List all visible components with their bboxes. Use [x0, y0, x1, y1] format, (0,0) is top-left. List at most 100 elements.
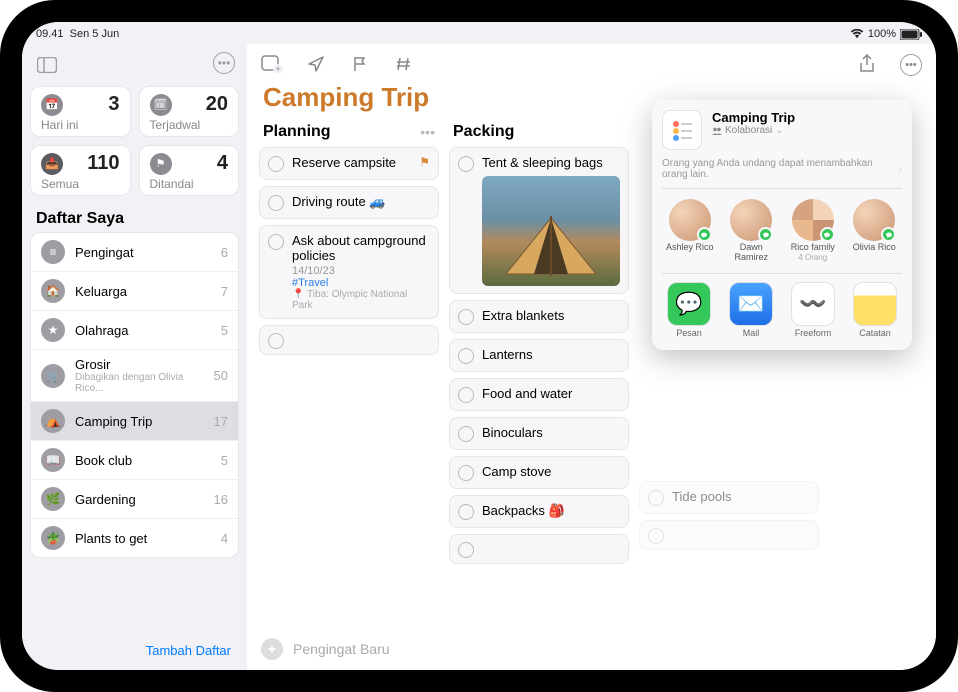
empty-item[interactable] [449, 534, 629, 564]
contact-sub: 4 Orang [785, 253, 841, 262]
reminder-item[interactable]: Backpacks 🎒 [449, 495, 629, 528]
item-text: Backpacks 🎒 [482, 503, 565, 519]
reminder-item[interactable]: Tide pools [639, 481, 819, 514]
reminder-item[interactable]: Ask about campground policies 14/10/23 #… [259, 225, 439, 319]
app-icon: ✉️ [729, 282, 773, 326]
list-sub: Dibagikan dengan Olivia Rico... [75, 372, 204, 394]
add-reminder-icon[interactable]: + [261, 638, 283, 660]
battery-icon [900, 29, 922, 40]
reminder-item[interactable]: Extra blankets [449, 300, 629, 333]
checkbox[interactable] [458, 156, 474, 172]
list-row[interactable]: ⛺ Camping Trip 17 [31, 402, 238, 441]
list-row[interactable]: 📖 Book club 5 [31, 441, 238, 480]
smart-list-flagged[interactable]: ⚑4 Ditandai [139, 145, 240, 196]
label: Semua [41, 177, 120, 191]
contact-name: Olivia Rico [847, 243, 903, 253]
list-row[interactable]: 🏠 Keluarga 7 [31, 272, 238, 311]
chevron-down-icon: ⌄ [775, 125, 783, 136]
checkbox[interactable] [458, 387, 474, 403]
reminder-item[interactable]: Driving route 🚙 [259, 186, 439, 219]
list-row[interactable]: ≡ Pengingat 6 [31, 233, 238, 272]
checkbox[interactable] [458, 504, 474, 520]
item-tag[interactable]: #Travel [292, 277, 430, 289]
share-note[interactable]: Orang yang Anda undang dapat menambahkan… [662, 156, 902, 189]
list-name: Keluarga [75, 284, 211, 299]
list-row[interactable]: 🌿 Gardening 16 [31, 480, 238, 519]
list-name: Camping Trip [75, 414, 204, 429]
schedule-icon: 🗓 [150, 94, 172, 116]
share-app[interactable]: Catatan [848, 282, 902, 338]
new-section-icon[interactable]: + [261, 54, 283, 74]
label: Ditandai [150, 177, 229, 191]
share-contact[interactable]: Dawn Ramirez [724, 199, 780, 263]
list-count: 5 [221, 453, 228, 468]
reminder-item[interactable]: Tent & sleeping bags [449, 147, 629, 294]
item-text: Driving route 🚙 [292, 194, 386, 210]
item-image [482, 176, 620, 286]
checkbox[interactable] [268, 156, 284, 172]
share-contact[interactable]: Ashley Rico [662, 199, 718, 263]
app-label: Pesan [662, 328, 716, 338]
share-contact[interactable]: Rico family 4 Orang [785, 199, 841, 263]
list-icon: 📖 [41, 448, 65, 472]
list-row[interactable]: ★ Olahraga 5 [31, 311, 238, 350]
reminder-item[interactable]: Binoculars [449, 417, 629, 450]
checkbox[interactable] [648, 490, 664, 506]
smart-list-today[interactable]: 📅3 Hari ini [30, 86, 131, 137]
reminder-item[interactable]: Food and water [449, 378, 629, 411]
checkbox[interactable] [458, 465, 474, 481]
list-row[interactable]: 🛒 Grosir Dibagikan dengan Olivia Rico...… [31, 350, 238, 402]
item-date: 14/10/23 [292, 265, 430, 277]
location-icon[interactable] [305, 54, 327, 74]
share-title: Camping Trip [712, 110, 902, 125]
list-row[interactable]: 🪴 Plants to get 4 [31, 519, 238, 557]
column-title: Planning [263, 123, 331, 141]
checkbox[interactable] [458, 348, 474, 364]
list-name: Olahraga [75, 323, 211, 338]
avatar [853, 199, 895, 241]
checkbox[interactable] [458, 426, 474, 442]
empty-item[interactable] [639, 520, 819, 550]
smart-list-scheduled[interactable]: 🗓20 Terjadwal [139, 86, 240, 137]
smart-list-all[interactable]: 📥110 Semua [30, 145, 131, 196]
column-more-icon[interactable]: ••• [420, 124, 435, 140]
checkbox[interactable] [648, 528, 664, 544]
checkbox[interactable] [268, 195, 284, 211]
list-count: 50 [214, 368, 228, 383]
list-name: Plants to get [75, 531, 211, 546]
share-app[interactable]: 〰️ Freeform [786, 282, 840, 338]
checkbox[interactable] [268, 333, 284, 349]
share-icon[interactable] [856, 54, 878, 74]
add-list-button[interactable]: Tambah Daftar [30, 633, 239, 670]
reminder-item[interactable]: Camp stove [449, 456, 629, 489]
contact-name: Dawn Ramirez [724, 243, 780, 263]
checkbox[interactable] [458, 309, 474, 325]
share-contact[interactable]: Olivia Rico [847, 199, 903, 263]
share-subtitle[interactable]: Kolaborasi ⌄ [712, 125, 902, 136]
flag-icon[interactable] [349, 54, 371, 74]
my-lists-header: Daftar Saya [30, 204, 239, 232]
list-name: Grosir [75, 357, 204, 372]
checkbox[interactable] [268, 234, 284, 250]
hashtag-icon[interactable] [393, 54, 415, 74]
inbox-icon: 📥 [41, 153, 63, 175]
more-icon[interactable]: ••• [213, 52, 235, 74]
item-text: Ask about campground policies [292, 233, 430, 263]
share-app[interactable]: ✉️ Mail [724, 282, 778, 338]
list-icon: 🌿 [41, 487, 65, 511]
new-reminder-label[interactable]: Pengingat Baru [293, 641, 390, 657]
column: Planning ••• Reserve campsite ⚑ Driving r… [259, 121, 439, 601]
reminder-item[interactable]: Lanterns [449, 339, 629, 372]
count: 20 [206, 93, 228, 116]
sidebar-toggle-icon[interactable] [34, 52, 60, 78]
contact-name: Rico family [785, 243, 841, 253]
status-time: 09.41 [36, 28, 64, 40]
avatar [792, 199, 834, 241]
count: 4 [217, 152, 228, 175]
more-icon[interactable]: ••• [900, 54, 922, 76]
reminder-item[interactable]: Reserve campsite ⚑ [259, 147, 439, 180]
share-app[interactable]: 💬 Pesan [662, 282, 716, 338]
empty-item[interactable] [259, 325, 439, 355]
item-text: Food and water [482, 386, 572, 401]
checkbox[interactable] [458, 542, 474, 558]
